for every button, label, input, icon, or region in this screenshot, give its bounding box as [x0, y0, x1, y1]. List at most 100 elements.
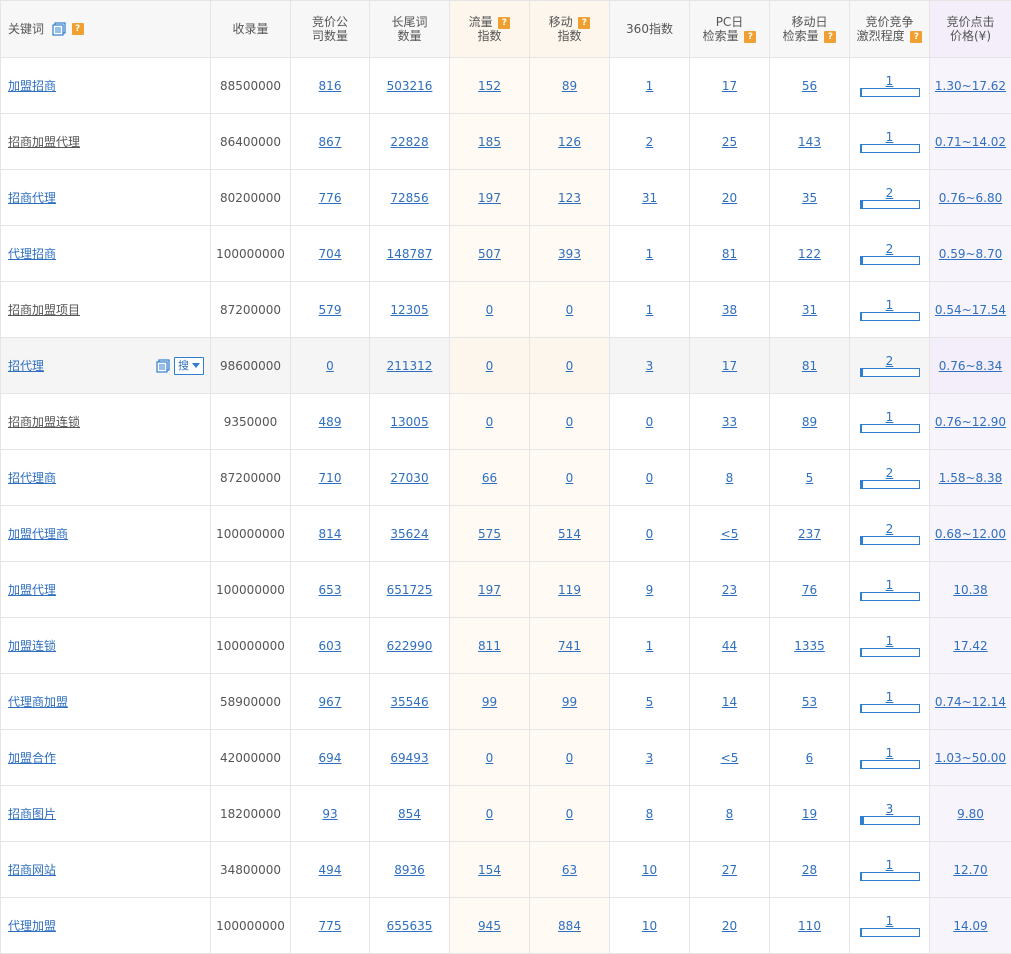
mobile-link[interactable]: 126: [558, 135, 581, 149]
competition-indicator[interactable]: 1: [850, 859, 929, 881]
keyword-link[interactable]: 加盟合作: [8, 751, 56, 765]
keyword-link[interactable]: 加盟连锁: [8, 639, 56, 653]
mob-daily-link[interactable]: 19: [802, 807, 817, 821]
competition-value[interactable]: 1: [886, 75, 894, 87]
longtail-link[interactable]: 651725: [387, 583, 433, 597]
mob-daily-link[interactable]: 28: [802, 863, 817, 877]
keyword-link[interactable]: 代理招商: [8, 247, 56, 261]
price-link[interactable]: 0.54~17.54: [935, 303, 1006, 317]
flow-link[interactable]: 507: [478, 247, 501, 261]
companies-link[interactable]: 489: [319, 415, 342, 429]
companies-link[interactable]: 710: [319, 471, 342, 485]
pc-link[interactable]: 14: [722, 695, 737, 709]
mobile-link[interactable]: 119: [558, 583, 581, 597]
flow-link[interactable]: 575: [478, 527, 501, 541]
pc-link[interactable]: 27: [722, 863, 737, 877]
companies-link[interactable]: 814: [319, 527, 342, 541]
help-icon[interactable]: ?: [910, 31, 922, 43]
idx360-link[interactable]: 1: [646, 639, 654, 653]
keyword-link[interactable]: 加盟招商: [8, 79, 56, 93]
mobile-link[interactable]: 514: [558, 527, 581, 541]
longtail-link[interactable]: 13005: [390, 415, 428, 429]
pc-link[interactable]: <5: [721, 751, 739, 765]
price-link[interactable]: 9.80: [957, 807, 984, 821]
mob-daily-link[interactable]: 89: [802, 415, 817, 429]
companies-link[interactable]: 603: [319, 639, 342, 653]
flow-link[interactable]: 0: [486, 303, 494, 317]
companies-link[interactable]: 867: [319, 135, 342, 149]
idx360-link[interactable]: 5: [646, 695, 654, 709]
copy-icon[interactable]: [52, 22, 66, 36]
companies-link[interactable]: 775: [319, 919, 342, 933]
flow-link[interactable]: 0: [486, 807, 494, 821]
pc-link[interactable]: 44: [722, 639, 737, 653]
flow-link[interactable]: 811: [478, 639, 501, 653]
mobile-link[interactable]: 0: [566, 807, 574, 821]
price-link[interactable]: 10.38: [953, 583, 987, 597]
keyword-link[interactable]: 招商图片: [8, 807, 56, 821]
pc-link[interactable]: 17: [722, 79, 737, 93]
keyword-link[interactable]: 招商加盟代理: [8, 135, 80, 149]
price-link[interactable]: 0.68~12.00: [935, 527, 1006, 541]
mobile-link[interactable]: 0: [566, 303, 574, 317]
mob-daily-link[interactable]: 6: [806, 751, 814, 765]
mob-daily-link[interactable]: 53: [802, 695, 817, 709]
flow-link[interactable]: 99: [482, 695, 497, 709]
competition-value[interactable]: 2: [886, 467, 894, 479]
price-link[interactable]: 14.09: [953, 919, 987, 933]
mob-daily-link[interactable]: 56: [802, 79, 817, 93]
pc-link[interactable]: 20: [722, 191, 737, 205]
competition-indicator[interactable]: 1: [850, 691, 929, 713]
idx360-link[interactable]: 1: [646, 247, 654, 261]
competition-value[interactable]: 2: [886, 355, 894, 367]
help-icon[interactable]: ?: [744, 31, 756, 43]
longtail-link[interactable]: 503216: [387, 79, 433, 93]
longtail-link[interactable]: 22828: [390, 135, 428, 149]
price-link[interactable]: 0.76~8.34: [939, 359, 1003, 373]
keyword-link[interactable]: 招商网站: [8, 863, 56, 877]
longtail-link[interactable]: 8936: [394, 863, 425, 877]
competition-value[interactable]: 2: [886, 523, 894, 535]
keyword-link[interactable]: 招代理: [8, 359, 44, 373]
longtail-link[interactable]: 12305: [390, 303, 428, 317]
price-link[interactable]: 0.76~6.80: [939, 191, 1003, 205]
pc-link[interactable]: 33: [722, 415, 737, 429]
competition-value[interactable]: 1: [886, 635, 894, 647]
competition-value[interactable]: 1: [886, 747, 894, 759]
idx360-link[interactable]: 8: [646, 807, 654, 821]
help-icon[interactable]: ?: [72, 23, 84, 35]
mob-daily-link[interactable]: 110: [798, 919, 821, 933]
price-link[interactable]: 12.70: [953, 863, 987, 877]
pc-link[interactable]: 8: [726, 807, 734, 821]
flow-link[interactable]: 185: [478, 135, 501, 149]
longtail-link[interactable]: 72856: [390, 191, 428, 205]
mobile-link[interactable]: 89: [562, 79, 577, 93]
competition-indicator[interactable]: 1: [850, 915, 929, 937]
longtail-link[interactable]: 69493: [390, 751, 428, 765]
flow-link[interactable]: 197: [478, 191, 501, 205]
companies-link[interactable]: 704: [319, 247, 342, 261]
competition-indicator[interactable]: 1: [850, 299, 929, 321]
mobile-link[interactable]: 393: [558, 247, 581, 261]
competition-value[interactable]: 1: [886, 691, 894, 703]
mob-daily-link[interactable]: 76: [802, 583, 817, 597]
longtail-link[interactable]: 854: [398, 807, 421, 821]
price-link[interactable]: 1.30~17.62: [935, 79, 1006, 93]
pc-link[interactable]: 20: [722, 919, 737, 933]
idx360-link[interactable]: 0: [646, 527, 654, 541]
idx360-link[interactable]: 2: [646, 135, 654, 149]
idx360-link[interactable]: 1: [646, 303, 654, 317]
competition-value[interactable]: 3: [886, 803, 894, 815]
mob-daily-link[interactable]: 31: [802, 303, 817, 317]
companies-link[interactable]: 816: [319, 79, 342, 93]
idx360-link[interactable]: 3: [646, 359, 654, 373]
longtail-link[interactable]: 35546: [390, 695, 428, 709]
mob-daily-link[interactable]: 5: [806, 471, 814, 485]
mobile-link[interactable]: 99: [562, 695, 577, 709]
keyword-link[interactable]: 加盟代理: [8, 583, 56, 597]
help-icon[interactable]: ?: [578, 17, 590, 29]
idx360-link[interactable]: 31: [642, 191, 657, 205]
keyword-link[interactable]: 招商加盟连锁: [8, 415, 80, 429]
companies-link[interactable]: 0: [326, 359, 334, 373]
keyword-link[interactable]: 代理加盟: [8, 919, 56, 933]
